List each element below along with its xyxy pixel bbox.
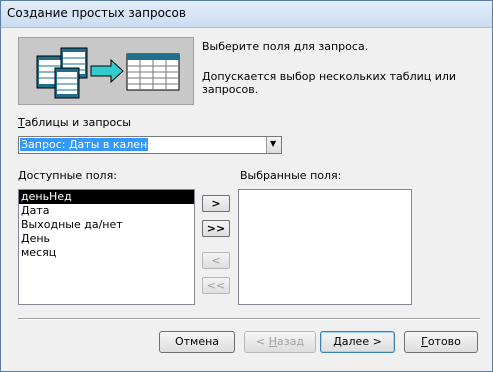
intro-line-1: Выберите поля для запроса. [202,40,369,53]
cancel-button[interactable]: Отмена [159,331,235,353]
remove-all-fields-button[interactable]: << [202,277,230,294]
tables-label-rest: аблицы и запросы [24,116,131,129]
tables-label: Таблицы и запросы [18,116,131,129]
tables-combobox-value: Запрос: Даты в кален [20,138,149,151]
intro-line-2: Допускается выбор нескольких таблиц или … [202,70,457,96]
back-button[interactable]: < Назад [244,331,316,353]
available-label-hotkey: Д [18,169,27,182]
remove-field-button[interactable]: < [202,252,230,269]
next-hotkey: Д [333,335,342,348]
tables-to-query-icon [36,47,180,99]
wizard-illustration [18,37,194,105]
add-all-fields-button[interactable]: >> [202,220,230,237]
next-button[interactable]: Далее > [320,331,395,353]
next-rest: алее > [341,335,382,348]
back-rest: азад [277,335,304,348]
tables-label-hotkey: Т [18,116,25,129]
list-item[interactable]: Выходные да/нет [19,218,194,232]
list-item[interactable]: День [19,232,194,246]
combobox-dropdown-button[interactable]: ▼ [266,137,281,153]
chevron-down-icon: ▼ [270,139,277,148]
finish-button[interactable]: Готово [404,331,478,353]
back-hotkey: Н [268,335,278,348]
available-fields-label: Доступные поля: [18,169,117,182]
footer-divider [18,318,480,320]
finish-rest: отово [427,335,461,348]
add-field-button[interactable]: > [202,195,230,212]
available-fields-list[interactable]: деньНед Дата Выходные да/нет День месяц [18,189,195,305]
window-title: Создание простых запросов [7,6,186,20]
finish-hotkey: Г [421,335,428,348]
available-label-rest: оступные поля: [26,169,117,182]
selected-fields-label: Выбранные поля: [240,169,342,182]
list-item[interactable]: месяц [19,246,194,260]
title-bar[interactable]: Создание простых запросов [1,1,492,28]
back-prefix: < [256,335,269,348]
selected-fields-list[interactable] [238,189,412,305]
list-item[interactable]: деньНед [19,190,194,204]
list-item[interactable]: Дата [19,204,194,218]
tables-combobox[interactable]: Запрос: Даты в кален ▼ [18,136,282,154]
